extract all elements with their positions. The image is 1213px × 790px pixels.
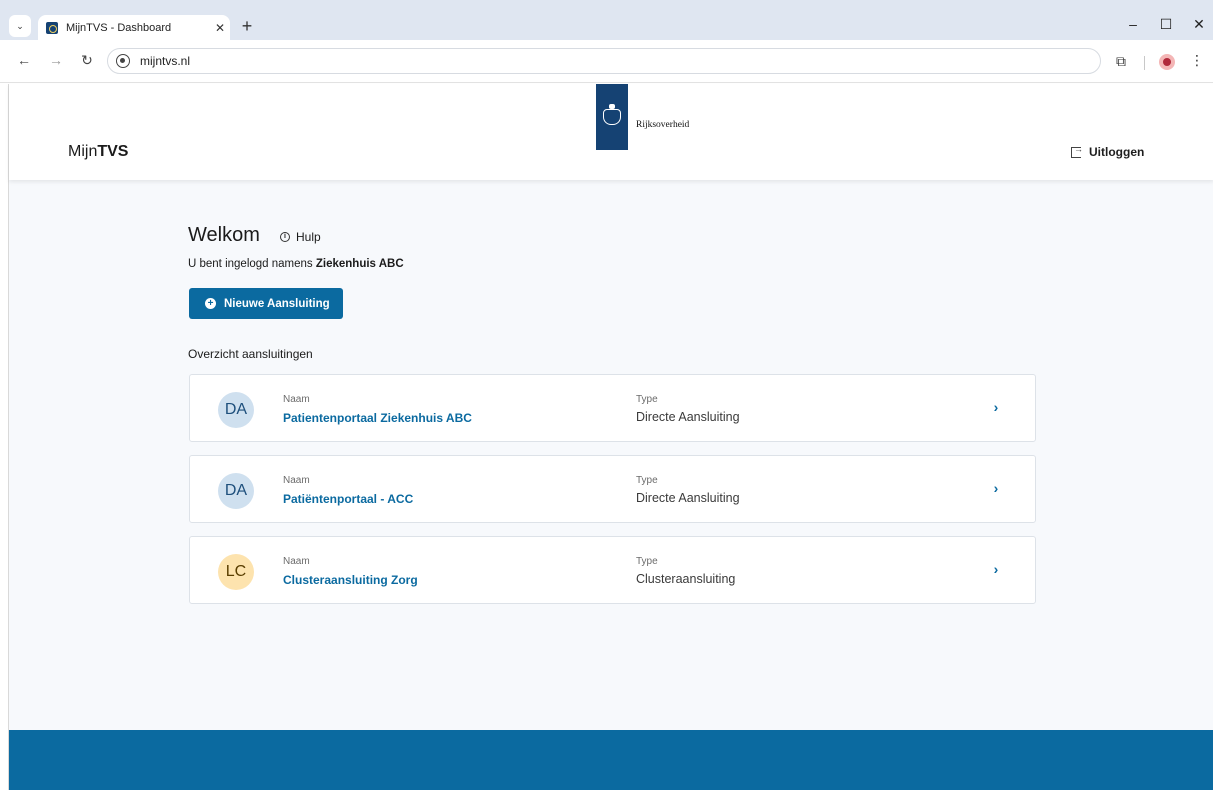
site-footer bbox=[9, 730, 1213, 790]
page-viewport: MijnTVS Rijksoverheid Uitloggen Welkom i… bbox=[8, 84, 1213, 790]
browser-tab[interactable]: MijnTVS - Dashboard ✕ bbox=[38, 15, 230, 40]
connection-name[interactable]: Patiëntenportaal - ACC bbox=[283, 492, 413, 506]
connection-name[interactable]: Patientenportaal Ziekenhuis ABC bbox=[283, 411, 472, 425]
address-bar[interactable]: mijntvs.nl bbox=[107, 48, 1101, 74]
toolbar-divider bbox=[1144, 56, 1145, 70]
browser-menu-icon[interactable]: ⋮ bbox=[1190, 52, 1204, 69]
new-tab-button[interactable]: + bbox=[236, 16, 258, 38]
tab-title: MijnTVS - Dashboard bbox=[66, 21, 172, 34]
type-label: Type bbox=[636, 556, 658, 567]
brand-prefix: Mijn bbox=[68, 143, 98, 160]
name-label: Naam bbox=[283, 556, 310, 567]
plus-circle-icon: + bbox=[205, 298, 216, 309]
section-title: Overzicht aansluitingen bbox=[188, 347, 313, 361]
close-window-button[interactable]: ✕ bbox=[1189, 16, 1209, 33]
browser-tabstrip: ⌄ MijnTVS - Dashboard ✕ + – ☐ ✕ bbox=[0, 0, 1213, 40]
connection-avatar: DA bbox=[218, 392, 254, 428]
url-text[interactable]: mijntvs.nl bbox=[140, 54, 190, 68]
chevron-right-icon[interactable]: › bbox=[989, 480, 1003, 496]
browser-toolbar: ← → ↻ mijntvs.nl ⧉ ⋮ bbox=[0, 40, 1213, 83]
connection-name[interactable]: Clusteraansluiting Zorg bbox=[283, 573, 418, 587]
help-label: Hulp bbox=[296, 230, 321, 244]
tab-search-button[interactable]: ⌄ bbox=[9, 15, 31, 37]
chevron-right-icon[interactable]: › bbox=[989, 399, 1003, 415]
logged-in-text: U bent ingelogd namens Ziekenhuis ABC bbox=[188, 258, 404, 270]
site-header: MijnTVS Rijksoverheid Uitloggen bbox=[9, 84, 1213, 180]
connection-type: Clusteraansluiting bbox=[636, 572, 736, 586]
connection-avatar: LC bbox=[218, 554, 254, 590]
profile-avatar[interactable] bbox=[1159, 54, 1175, 70]
connection-card[interactable]: DA Naam Patiëntenportaal - ACC Type Dire… bbox=[189, 455, 1036, 523]
logout-icon bbox=[1071, 144, 1083, 158]
logged-in-prefix: U bent ingelogd namens bbox=[188, 258, 316, 270]
rijksoverheid-logo-text: Rijksoverheid bbox=[636, 120, 690, 130]
name-label: Naam bbox=[283, 475, 310, 486]
tab-close-icon[interactable]: ✕ bbox=[210, 21, 230, 35]
extensions-icon[interactable]: ⧉ bbox=[1116, 53, 1126, 70]
minimize-button[interactable]: – bbox=[1123, 16, 1143, 32]
rijksoverheid-logo bbox=[596, 84, 628, 150]
logout-button[interactable]: Uitloggen bbox=[1071, 144, 1145, 159]
new-connection-button[interactable]: + Nieuwe Aansluiting bbox=[189, 288, 343, 319]
new-connection-label: Nieuwe Aansluiting bbox=[224, 297, 330, 310]
brand-logo[interactable]: MijnTVS bbox=[68, 143, 128, 161]
page-title: Welkom bbox=[188, 224, 260, 246]
coat-of-arms-icon bbox=[603, 104, 621, 125]
chevron-right-icon[interactable]: › bbox=[989, 561, 1003, 577]
reload-button[interactable]: ↻ bbox=[77, 52, 97, 69]
brand-bold: TVS bbox=[97, 143, 129, 160]
connection-type: Directe Aansluiting bbox=[636, 491, 740, 505]
forward-button[interactable]: → bbox=[46, 52, 66, 68]
site-info-icon[interactable] bbox=[116, 54, 130, 68]
organization-name: Ziekenhuis ABC bbox=[315, 258, 404, 270]
favicon-icon bbox=[46, 21, 58, 34]
type-label: Type bbox=[636, 475, 658, 486]
type-label: Type bbox=[636, 394, 658, 405]
chevron-down-icon: ⌄ bbox=[16, 20, 24, 31]
maximize-button[interactable]: ☐ bbox=[1156, 16, 1176, 33]
connection-type: Directe Aansluiting bbox=[636, 410, 740, 424]
connection-avatar: DA bbox=[218, 473, 254, 509]
name-label: Naam bbox=[283, 394, 310, 405]
connection-card[interactable]: LC Naam Clusteraansluiting Zorg Type Clu… bbox=[189, 536, 1036, 604]
connection-card[interactable]: DA Naam Patientenportaal Ziekenhuis ABC … bbox=[189, 374, 1036, 442]
logout-label: Uitloggen bbox=[1089, 145, 1145, 159]
back-button[interactable]: ← bbox=[14, 52, 34, 68]
info-icon: i bbox=[280, 232, 290, 242]
help-link[interactable]: i Hulp bbox=[280, 230, 321, 244]
